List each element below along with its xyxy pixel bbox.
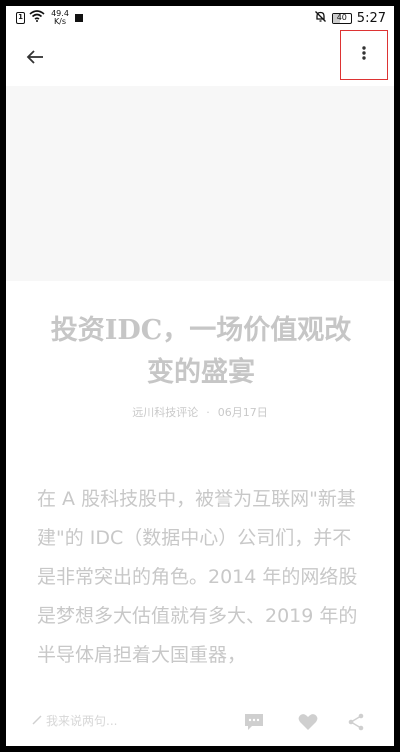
screen: 1 49.4 K/s 40 5:27 投资IDC，一场价值观改变的盛宴 远川科技… — [6, 6, 394, 746]
like-button[interactable] — [296, 712, 320, 736]
battery-icon: 40 — [331, 13, 352, 24]
network-speed: 49.4 K/s — [49, 10, 71, 26]
article-title: 投资IDC，一场价值观改变的盛宴 — [50, 315, 352, 388]
hero-image-placeholder — [6, 86, 394, 281]
more-vertical-icon — [361, 45, 367, 65]
heart-icon — [298, 713, 318, 735]
sim-icon: 1 — [16, 12, 25, 24]
status-right: 40 5:27 — [314, 10, 386, 27]
article-meta: 远川科技评论 · 06月17日 — [6, 404, 394, 420]
more-options-button[interactable] — [340, 30, 388, 80]
back-arrow-icon — [26, 49, 44, 69]
share-button[interactable] — [344, 712, 368, 736]
clock: 5:27 — [356, 11, 386, 26]
article-date: 06月17日 — [217, 406, 268, 419]
bottom-action-bar: 我来说两句... — [6, 702, 394, 746]
top-toolbar — [6, 30, 394, 86]
article-content: 投资IDC，一场价值观改变的盛宴 远川科技评论 · 06月17日 在 A 股科技股中… — [6, 86, 394, 706]
comment-placeholder: 我来说两句... — [46, 714, 118, 728]
pencil-icon — [32, 714, 42, 728]
article-body: 在 A 股科技股中，被誉为互联网"新基建"的 IDC（数据中心）公司们，并不是非… — [37, 488, 358, 666]
comment-icon — [244, 713, 264, 735]
comment-input[interactable]: 我来说两句... — [32, 712, 117, 729]
article-source[interactable]: 远川科技评论 — [132, 406, 198, 419]
network-speed-unit: K/s — [53, 17, 67, 26]
share-icon — [347, 713, 365, 735]
meta-separator: · — [206, 406, 210, 419]
notification-square-icon — [75, 14, 83, 22]
wifi-icon — [29, 10, 45, 26]
comment-button[interactable] — [242, 712, 266, 736]
mute-bell-icon — [314, 10, 327, 27]
status-left: 1 49.4 K/s — [16, 10, 83, 26]
back-button[interactable] — [20, 44, 50, 74]
status-bar: 1 49.4 K/s 40 5:27 — [6, 6, 394, 30]
battery-level: 40 — [336, 13, 347, 22]
